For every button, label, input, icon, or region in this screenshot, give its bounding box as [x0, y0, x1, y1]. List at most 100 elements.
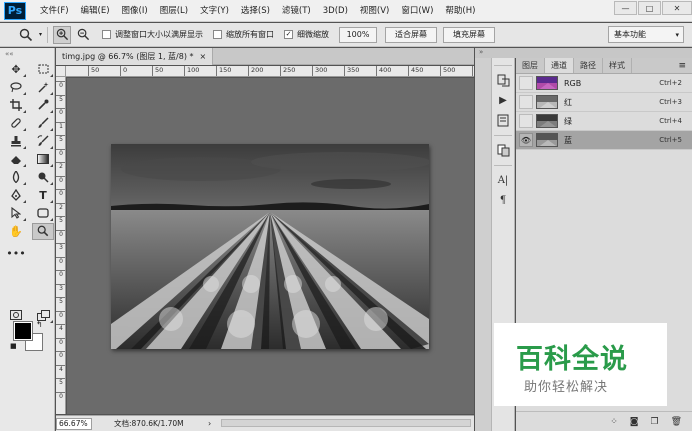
menu-select[interactable]: 选择(S): [235, 0, 276, 22]
status-menu-arrow-icon[interactable]: ›: [208, 419, 211, 428]
character-panel-icon[interactable]: A|: [492, 170, 514, 190]
ruler-tick-label: 2: [56, 202, 65, 212]
checkbox-checked-icon[interactable]: ✓: [284, 30, 294, 39]
save-selection-icon[interactable]: ◙: [630, 417, 639, 427]
tab-channels[interactable]: 通道: [545, 58, 574, 73]
menu-edit[interactable]: 编辑(E): [75, 0, 116, 22]
ruler-tick-label: 5: [56, 94, 65, 104]
menu-file[interactable]: 文件(F): [34, 0, 75, 22]
menu-window[interactable]: 窗口(W): [395, 0, 439, 22]
checkbox-box[interactable]: [213, 30, 223, 39]
pen-tool-icon[interactable]: [5, 187, 27, 204]
edit-toolbar-icon[interactable]: •••: [5, 245, 27, 262]
panel-menu-icon[interactable]: ≡: [678, 61, 686, 71]
document-tab[interactable]: timg.jpg @ 66.7% (图层 1, 蓝/8) * ×: [56, 48, 214, 65]
ruler-tick-label: 0: [56, 81, 65, 90]
channel-shortcut: Ctrl+4: [659, 117, 682, 125]
load-selection-icon[interactable]: ⁘: [610, 417, 618, 427]
restore-button[interactable]: □: [638, 1, 661, 15]
vertical-ruler[interactable]: 0 5 0 1 5 0 2 0 0 2 5 0 3 0 0 3 5 0 4 0 0 4 5 0: [56, 77, 66, 414]
tab-layers[interactable]: 图层: [516, 58, 545, 73]
menu-3d[interactable]: 3D(D): [317, 0, 354, 22]
zoom-tool-icon[interactable]: [32, 222, 54, 240]
gradient-tool-icon[interactable]: [32, 151, 54, 168]
color-swatches: ↰ ■: [10, 320, 46, 354]
type-tool-icon[interactable]: T: [32, 187, 54, 204]
eye-icon[interactable]: 👁: [519, 133, 533, 147]
workspace-dropdown[interactable]: 基本功能 ▾: [608, 26, 684, 43]
clone-stamp-icon[interactable]: [5, 133, 27, 150]
blur-tool-icon[interactable]: [5, 169, 27, 186]
zoom-100-button[interactable]: 100%: [339, 26, 378, 43]
collapse-dock-icon[interactable]: »: [479, 48, 483, 56]
ruler-tick-label: 0: [56, 337, 65, 347]
actions-panel-icon[interactable]: ▶: [492, 90, 514, 110]
resize-windows-checkbox[interactable]: 调整窗口大小以满屏显示: [102, 29, 203, 40]
horizontal-ruler[interactable]: 5005010015020025030035040045050055060065…: [66, 66, 474, 77]
channel-name: 红: [564, 97, 572, 107]
channel-row-rgb[interactable]: RGB Ctrl+2: [516, 74, 692, 93]
document-image-lavender-field[interactable]: [111, 144, 429, 349]
menu-filter[interactable]: 滤镜(T): [276, 0, 317, 22]
zoom-all-windows-checkbox[interactable]: 缩放所有窗口: [213, 29, 274, 40]
zoom-out-icon[interactable]: [74, 26, 92, 44]
foreground-color-swatch[interactable]: [13, 321, 33, 341]
visibility-toggle[interactable]: [519, 76, 533, 90]
channel-name: RGB: [564, 78, 582, 88]
zoom-tool-preset-icon[interactable]: [14, 26, 38, 44]
close-document-icon[interactable]: ×: [199, 52, 206, 61]
lasso-tool-icon[interactable]: [5, 79, 27, 96]
preset-dropdown-arrow-icon[interactable]: ▾: [39, 31, 42, 38]
canvas-area[interactable]: [67, 78, 474, 414]
tab-styles[interactable]: 样式: [603, 58, 632, 73]
eraser-tool-icon[interactable]: [5, 151, 27, 168]
collapse-toolbar-icon[interactable]: ««: [0, 48, 54, 60]
horizontal-scrollbar[interactable]: [221, 419, 471, 427]
menu-image[interactable]: 图像(I): [116, 0, 154, 22]
checkbox-box[interactable]: [102, 30, 112, 39]
channel-row-green[interactable]: 绿 Ctrl+4: [516, 112, 692, 131]
dodge-tool-icon[interactable]: [32, 169, 54, 186]
clone-source-icon[interactable]: [492, 140, 514, 160]
libraries-panel-icon[interactable]: [492, 110, 514, 130]
ruler-origin[interactable]: [56, 66, 66, 77]
hand-tool-icon[interactable]: ✋: [5, 223, 27, 240]
path-selection-icon[interactable]: [5, 205, 27, 222]
trash-icon[interactable]: 🗑: [671, 417, 682, 427]
screen-mode-icon[interactable]: [32, 307, 54, 324]
paragraph-panel-icon[interactable]: ¶: [492, 190, 514, 210]
move-tool-icon[interactable]: ✥: [5, 61, 27, 78]
fill-screen-button[interactable]: 填充屏幕: [443, 26, 496, 43]
quick-mask-icon[interactable]: [5, 307, 27, 324]
fit-screen-button[interactable]: 适合屏幕: [385, 26, 438, 43]
minimize-button[interactable]: —: [614, 1, 637, 15]
crop-tool-icon[interactable]: [5, 97, 27, 114]
history-brush-icon[interactable]: [32, 133, 54, 150]
tab-paths[interactable]: 路径: [574, 58, 603, 73]
eyedropper-icon[interactable]: [32, 97, 54, 114]
zoom-level-field[interactable]: 66.67%: [56, 417, 92, 430]
visibility-toggle[interactable]: [519, 95, 533, 109]
history-panel-icon[interactable]: [492, 70, 514, 90]
ruler-tick-label: 1: [56, 121, 65, 131]
zoom-in-icon[interactable]: [53, 25, 72, 44]
ruler-tick-label: 0: [56, 229, 65, 239]
menu-type[interactable]: 文字(Y): [194, 0, 235, 22]
new-channel-icon[interactable]: ❐: [650, 417, 658, 427]
close-window-button[interactable]: ✕: [662, 1, 692, 15]
scrubby-zoom-checkbox[interactable]: ✓ 细微缩放: [284, 29, 329, 40]
menu-view[interactable]: 视图(V): [354, 0, 395, 22]
marquee-tool-icon[interactable]: [32, 61, 54, 78]
healing-brush-icon[interactable]: [5, 115, 27, 132]
dock-spacer: [475, 58, 491, 431]
menu-layer[interactable]: 图层(L): [154, 0, 194, 22]
shape-tool-icon[interactable]: [32, 205, 54, 222]
visibility-toggle[interactable]: [519, 114, 533, 128]
brush-tool-icon[interactable]: [32, 115, 54, 132]
channel-row-blue[interactable]: 👁 蓝 Ctrl+5: [516, 131, 692, 150]
channel-row-red[interactable]: 红 Ctrl+3: [516, 93, 692, 112]
menu-help[interactable]: 帮助(H): [439, 0, 481, 22]
ruler-tick-label: 400: [376, 66, 391, 76]
magic-wand-icon[interactable]: [32, 79, 54, 96]
default-colors-icon[interactable]: ■: [10, 342, 17, 350]
